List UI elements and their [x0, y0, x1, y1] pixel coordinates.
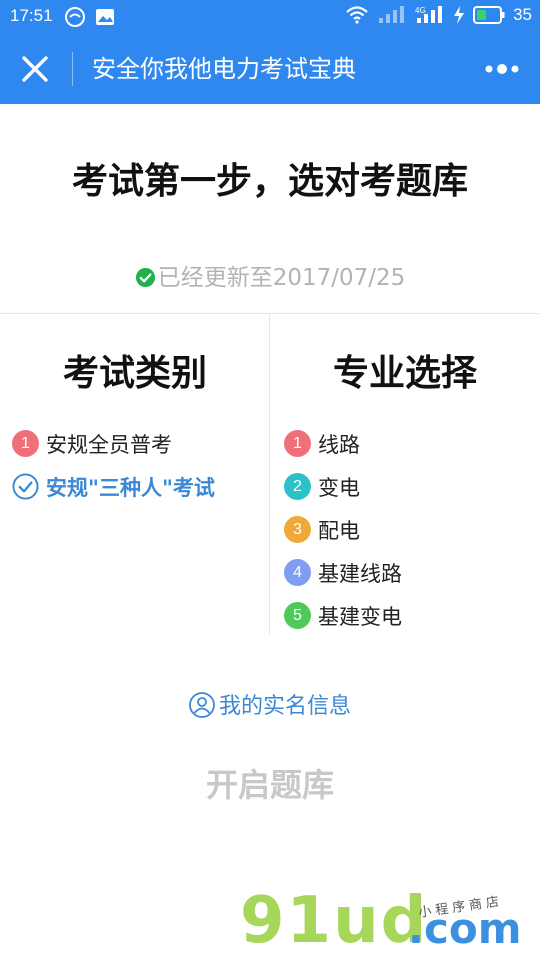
category-list: 1 安规全员普考 安规"三种人"考试 [12, 422, 215, 508]
realname-info-link[interactable]: 我的实名信息 [0, 688, 540, 720]
charging-icon [454, 6, 465, 24]
realname-label: 我的实名信息 [218, 694, 351, 719]
divider-horizontal [0, 313, 540, 314]
check-circle-icon [12, 473, 39, 500]
major-item-construction-substation[interactable]: 5 基建变电 [284, 594, 402, 637]
status-time: 17:51 [10, 6, 53, 25]
category-item-three-types[interactable]: 安规"三种人"考试 [12, 465, 215, 508]
signal-4g-icon: 4G [415, 6, 443, 23]
major-label: 线路 [318, 432, 360, 457]
battery-icon [473, 6, 505, 24]
watermark-main: 91ud [240, 884, 429, 958]
status-bar: 17:51 4G 35 [0, 0, 540, 34]
image-icon [96, 9, 114, 25]
major-item-line[interactable]: 1 线路 [284, 422, 402, 465]
number-badge: 1 [12, 430, 39, 457]
page-headline: 考试第一步，选对考题库 [71, 161, 468, 202]
major-label: 基建线路 [318, 561, 402, 586]
category-title: 考试类别 [62, 353, 207, 394]
nav-divider [72, 52, 73, 86]
category-label: 安规全员普考 [46, 432, 172, 457]
number-badge: 3 [284, 516, 311, 543]
close-icon[interactable] [18, 52, 52, 86]
more-icon[interactable] [484, 60, 520, 78]
major-title: 专业选择 [332, 353, 477, 394]
major-label: 变电 [318, 475, 360, 500]
category-label: 安规"三种人"考试 [46, 475, 215, 500]
number-badge: 1 [284, 430, 311, 457]
wechat-moment-icon [65, 7, 85, 27]
check-icon [135, 267, 155, 288]
start-question-bank-button[interactable]: 开启题库 [0, 760, 540, 806]
watermark-com: .com [408, 904, 522, 953]
update-info: 已经更新至2017/07/25 [0, 258, 540, 292]
category-item-all-staff[interactable]: 1 安规全员普考 [12, 422, 215, 465]
signal-icon [379, 6, 405, 23]
major-item-substation[interactable]: 2 变电 [284, 465, 402, 508]
user-icon [189, 692, 215, 718]
update-text: 已经更新至2017/07/25 [157, 265, 406, 291]
major-label: 配电 [318, 518, 360, 543]
watermark-logo: 91ud 小程序商店 .com [240, 880, 540, 960]
major-list: 1 线路 2 变电 3 配电 4 基建线路 5 基建变电 [284, 422, 402, 637]
wifi-icon [346, 6, 368, 24]
major-item-construction-line[interactable]: 4 基建线路 [284, 551, 402, 594]
major-label: 基建变电 [318, 604, 402, 629]
svg-text:4G: 4G [415, 6, 426, 15]
nav-bar: 安全你我他电力考试宝典 [0, 34, 540, 104]
number-badge: 2 [284, 473, 311, 500]
nav-title: 安全你我他电力考试宝典 [92, 55, 356, 83]
number-badge: 4 [284, 559, 311, 586]
number-badge: 5 [284, 602, 311, 629]
major-item-distribution[interactable]: 3 配电 [284, 508, 402, 551]
battery-level: 35 [513, 5, 532, 24]
